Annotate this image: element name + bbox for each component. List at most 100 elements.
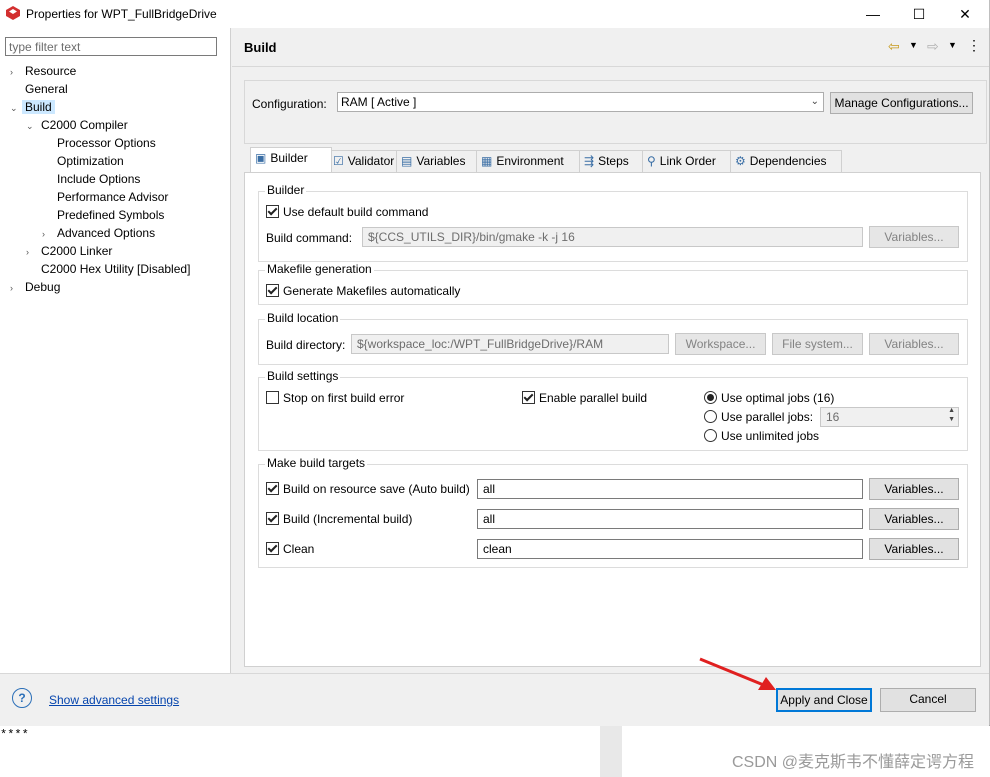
- tab-label: Variables: [416, 154, 466, 168]
- tree-item[interactable]: › Advanced Options: [0, 224, 228, 242]
- checkbox-unchecked-icon: [266, 391, 279, 404]
- tree-item[interactable]: General: [0, 80, 228, 98]
- tree-item[interactable]: Predefined Symbols: [0, 206, 228, 224]
- tab-label: Builder: [270, 151, 308, 165]
- generate-makefiles-checkbox[interactable]: Generate Makefiles automatically: [266, 284, 460, 298]
- incremental-build-checkbox[interactable]: Build (Incremental build): [266, 512, 412, 526]
- tab-variables[interactable]: ▤ Variables: [396, 150, 480, 172]
- maximize-button[interactable]: ☐: [896, 0, 942, 28]
- forward-menu-icon[interactable]: ▼: [948, 40, 957, 50]
- spinner-arrows-icon[interactable]: ▲ ▼: [948, 406, 955, 424]
- manage-configurations-button[interactable]: Manage Configurations...: [830, 92, 973, 114]
- tab-link-order[interactable]: ⚲ Link Order: [642, 150, 734, 172]
- tree-item[interactable]: ⌄ C2000 Compiler: [0, 116, 228, 134]
- stop-on-error-label: Stop on first build error: [283, 391, 405, 405]
- tree-item[interactable]: › C2000 Linker: [0, 242, 228, 260]
- minimize-button[interactable]: —: [850, 0, 896, 28]
- clean-checkbox[interactable]: Clean: [266, 542, 314, 556]
- tree-item[interactable]: › Debug: [0, 278, 228, 296]
- jobs-value: 16: [826, 410, 840, 424]
- tab-validator[interactable]: ☑ Validator: [328, 150, 400, 172]
- tree-item[interactable]: › Resource: [0, 62, 228, 80]
- optimal-jobs-radio[interactable]: Use optimal jobs (16): [704, 391, 834, 405]
- build-command-field[interactable]: ${CCS_UTILS_DIR}/bin/gmake -k -j 16: [362, 227, 863, 247]
- location-group-title: Build location: [265, 311, 341, 325]
- view-menu-icon[interactable]: ⋮: [967, 37, 981, 54]
- jobs-spinner[interactable]: 16 ▲ ▼: [820, 407, 959, 427]
- console-text: ****: [0, 728, 29, 742]
- validator-icon: ☑: [333, 154, 344, 168]
- tree-item[interactable]: Performance Advisor: [0, 188, 228, 206]
- property-tree: › Resource General ⌄ Build ⌄ C2000 Compiler Pro…: [0, 62, 228, 296]
- file-system-button[interactable]: File system...: [772, 333, 863, 355]
- targets-group-title: Make build targets: [265, 456, 368, 470]
- close-button[interactable]: ✕: [942, 0, 988, 28]
- tab-label: Environment: [496, 154, 564, 168]
- tree-item[interactable]: ⌄ Build: [0, 98, 228, 116]
- tab-dependencies[interactable]: ⚙ Dependencies: [730, 150, 842, 172]
- page-title: Build: [244, 40, 277, 55]
- makefile-group-title: Makefile generation: [265, 262, 374, 276]
- tree-item-label: Optimization: [57, 154, 124, 168]
- builder-variables-button[interactable]: Variables...: [869, 226, 959, 248]
- show-advanced-settings-link[interactable]: Show advanced settings: [49, 693, 179, 707]
- tree-item[interactable]: Processor Options: [0, 134, 228, 152]
- tree-item[interactable]: Include Options: [0, 170, 228, 188]
- chevron-right-icon[interactable]: ›: [26, 243, 41, 261]
- background-divider: [600, 726, 622, 777]
- back-menu-icon[interactable]: ▼: [909, 40, 918, 50]
- title-bar: Properties for WPT_FullBridgeDrive — ☐ ✕: [0, 0, 989, 28]
- build-directory-label: Build directory:: [266, 338, 346, 352]
- location-variables-button[interactable]: Variables...: [869, 333, 959, 355]
- tab-builder[interactable]: ▣ Builder: [250, 147, 332, 172]
- chevron-right-icon[interactable]: ›: [42, 225, 57, 243]
- stop-on-error-checkbox[interactable]: Stop on first build error: [266, 391, 404, 405]
- checkbox-checked-icon: [266, 542, 279, 555]
- use-default-checkbox[interactable]: Use default build command: [266, 205, 428, 219]
- configuration-value: RAM [ Active ]: [341, 95, 417, 109]
- filter-input[interactable]: type filter text: [5, 37, 217, 56]
- tree-item-label: Include Options: [57, 172, 141, 186]
- tree-item-label: Build: [22, 100, 55, 114]
- back-arrow-icon[interactable]: ⇦: [888, 38, 900, 55]
- use-default-label: Use default build command: [283, 205, 429, 219]
- tree-item[interactable]: C2000 Hex Utility [Disabled]: [0, 260, 228, 278]
- checkbox-checked-icon: [266, 512, 279, 525]
- tab-environment[interactable]: ▦ Environment: [476, 150, 583, 172]
- steps-icon: ⇶: [584, 154, 595, 168]
- app-logo-icon: [6, 6, 20, 20]
- tree-item-label: Debug: [25, 280, 61, 294]
- auto-build-field[interactable]: all: [477, 479, 863, 499]
- header-divider: [232, 66, 989, 67]
- configuration-select[interactable]: RAM [ Active ] ⌄: [337, 92, 824, 112]
- build-directory-field[interactable]: ${workspace_loc:/WPT_FullBridgeDrive}/RA…: [351, 334, 669, 354]
- parallel-jobs-radio[interactable]: Use parallel jobs:: [704, 410, 813, 424]
- optimal-jobs-label: Use optimal jobs (16): [721, 391, 835, 405]
- clean-variables-button[interactable]: Variables...: [869, 538, 959, 560]
- parallel-build-checkbox[interactable]: Enable parallel build: [522, 391, 647, 405]
- tree-item[interactable]: Optimization: [0, 152, 228, 170]
- help-icon[interactable]: ?: [12, 688, 32, 708]
- chevron-right-icon[interactable]: ›: [10, 279, 25, 297]
- chevron-down-icon[interactable]: ⌄: [26, 117, 41, 135]
- tree-item-label: C2000 Compiler: [41, 118, 128, 132]
- auto-build-checkbox[interactable]: Build on resource save (Auto build): [266, 482, 470, 496]
- forward-arrow-icon[interactable]: ⇨: [927, 38, 939, 55]
- dependencies-icon: ⚙: [735, 154, 746, 168]
- incremental-build-label: Build (Incremental build): [283, 512, 413, 526]
- clean-field[interactable]: clean: [477, 539, 863, 559]
- unlimited-jobs-radio[interactable]: Use unlimited jobs: [704, 429, 819, 443]
- incremental-build-variables-button[interactable]: Variables...: [869, 508, 959, 530]
- incremental-build-field[interactable]: all: [477, 509, 863, 529]
- settings-group-title: Build settings: [265, 369, 341, 383]
- workspace-button[interactable]: Workspace...: [675, 333, 766, 355]
- tree-item-label: C2000 Hex Utility [Disabled]: [41, 262, 191, 276]
- link-order-icon: ⚲: [647, 154, 656, 168]
- cancel-button[interactable]: Cancel: [880, 688, 976, 712]
- tab-label: Validator: [347, 154, 395, 168]
- apply-and-close-button[interactable]: Apply and Close: [776, 688, 872, 712]
- auto-build-variables-button[interactable]: Variables...: [869, 478, 959, 500]
- chevron-right-icon[interactable]: ›: [10, 63, 25, 81]
- tab-steps[interactable]: ⇶ Steps: [579, 150, 646, 172]
- annotation-arrow-icon: [699, 657, 776, 690]
